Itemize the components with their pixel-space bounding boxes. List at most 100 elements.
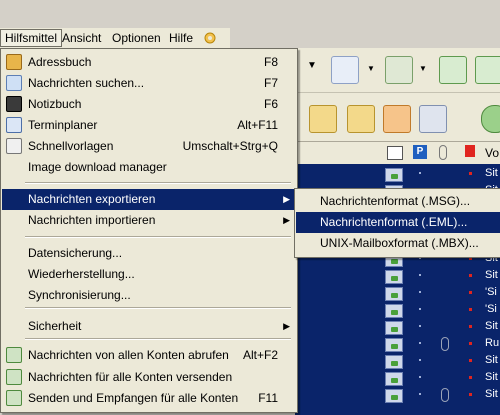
submenu-item-mbx[interactable]: UNIX-Mailboxformat (.MBX)... <box>296 233 500 254</box>
new-folder-icon[interactable] <box>309 105 337 133</box>
flag-dot <box>469 172 472 175</box>
submenu-arrow-icon: ▶ <box>283 215 290 225</box>
menu-ansicht[interactable]: Ansicht <box>58 30 105 46</box>
compose-icon[interactable] <box>331 56 359 84</box>
menu-item-shortcut: Alt+F11 <box>237 118 278 132</box>
attachment-icon <box>441 337 449 351</box>
receive-dropdown-icon[interactable]: ▼ <box>419 64 427 73</box>
menu-item-synchronisierung[interactable]: Synchronisierung... <box>2 285 296 306</box>
filter-settings-icon[interactable] <box>419 105 447 133</box>
export-submenu: Nachrichtenformat (.MSG)... Nachrichtenfo… <box>294 188 500 258</box>
sender-cell: Ru <box>485 337 500 349</box>
menu-item-label: Notizbuch <box>28 97 82 111</box>
table-row[interactable]: 'Si <box>295 285 500 302</box>
from-column-header[interactable]: Vo <box>485 146 499 160</box>
menu-item-label: Nachrichten exportieren <box>28 192 156 206</box>
envelope-column-icon[interactable] <box>387 146 403 160</box>
receive-icon[interactable] <box>385 56 413 84</box>
table-row[interactable]: Sit <box>295 353 500 370</box>
priority-column-icon[interactable]: P <box>413 145 427 159</box>
table-row[interactable]: 'Si <box>295 302 500 319</box>
status-icon[interactable] <box>481 105 500 133</box>
menu-item-nachrichten-von-allen-konten-abrufen[interactable]: Nachrichten von allen Konten abrufen Alt+… <box>2 345 296 366</box>
sender-cell: Sit <box>485 371 498 383</box>
menu-hilfe[interactable]: Hilfe <box>165 30 197 46</box>
message-list-header: P Vo <box>295 142 500 165</box>
menu-item-terminplaner[interactable]: Terminplaner Alt+F11 <box>2 115 296 136</box>
quick-templates-icon <box>6 138 22 154</box>
menu-item-shortcut: Umschalt+Strg+Q <box>182 139 278 153</box>
priority-dot <box>419 393 421 395</box>
menu-item-label: Image download manager <box>28 160 167 174</box>
menu-item-notizbuch[interactable]: Notizbuch F6 <box>2 94 296 115</box>
menu-item-label: Nachrichten suchen... <box>28 76 145 90</box>
gear-icon[interactable] <box>203 31 217 45</box>
table-row[interactable]: Sit <box>295 268 500 285</box>
envelope-icon <box>385 304 403 318</box>
priority-dot <box>419 291 421 293</box>
attachment-column-icon[interactable] <box>439 145 447 160</box>
attachment-icon <box>441 388 449 402</box>
menu-item-nachrichten-importieren[interactable]: Nachrichten importieren ▶ <box>2 210 296 231</box>
menu-hilfsmittel[interactable]: Hilfsmittel <box>0 29 63 47</box>
sender-cell: Sit <box>485 269 498 281</box>
table-row[interactable]: Sit <box>295 387 500 404</box>
menu-item-label: Nachrichten von allen Konten abrufen <box>28 348 229 362</box>
envelope-icon <box>385 389 403 403</box>
table-row[interactable]: Sit <box>295 319 500 336</box>
sender-cell: 'Si <box>485 286 497 298</box>
flag-column-icon[interactable] <box>465 145 475 157</box>
submenu-item-eml[interactable]: Nachrichtenformat (.EML)... <box>296 212 500 233</box>
submenu-arrow-icon: ▶ <box>283 321 290 331</box>
table-row[interactable]: Sit <box>295 166 500 183</box>
flag-dot <box>469 376 472 379</box>
priority-dot <box>419 342 421 344</box>
flag-dot <box>469 342 472 345</box>
submenu-item-label: Nachrichtenformat (.MSG)... <box>320 194 471 208</box>
receive-all-icon <box>6 347 22 363</box>
menu-item-senden-und-empfangen-für-alle-konten[interactable]: Senden und Empfangen für alle Konten F11 <box>2 388 296 409</box>
envelope-icon <box>385 372 403 386</box>
menu-item-shortcut: F8 <box>263 55 278 69</box>
priority-dot <box>419 274 421 276</box>
envelope-icon <box>385 270 403 284</box>
menu-item-nachrichten-für-alle-konten-versenden[interactable]: Nachrichten für alle Konten versenden <box>2 367 296 388</box>
folder-toolbar <box>295 93 500 142</box>
menu-item-sicherheit[interactable]: Sicherheit ▶ <box>2 316 296 337</box>
envelope-icon <box>385 355 403 369</box>
flag-dot <box>469 325 472 328</box>
submenu-item-msg[interactable]: Nachrichtenformat (.MSG)... <box>296 191 500 212</box>
menu-item-label: Nachrichten für alle Konten versenden <box>28 370 233 384</box>
reply-all-icon[interactable] <box>439 56 467 84</box>
menu-item-datensicherung[interactable]: Datensicherung... <box>2 243 296 264</box>
menu-item-schnellvorlagen[interactable]: Schnellvorlagen Umschalt+Strg+Q <box>2 136 296 157</box>
main-toolbar: ▼ ▼ ▼ <box>295 48 500 93</box>
folder-tree-icon[interactable] <box>383 105 411 133</box>
submenu-arrow-icon: ▶ <box>283 194 290 204</box>
table-row[interactable]: Ru <box>295 336 500 353</box>
dropdown-arrow-icon[interactable]: ▼ <box>307 60 317 71</box>
forward-icon[interactable] <box>475 56 500 84</box>
table-row[interactable]: Sit <box>295 370 500 387</box>
sender-cell: Sit <box>485 388 498 400</box>
menu-item-shortcut: Alt+F2 <box>242 348 278 362</box>
folder-properties-icon[interactable] <box>347 105 375 133</box>
menu-item-label: Schnellvorlagen <box>28 139 114 153</box>
envelope-icon <box>385 168 403 182</box>
menu-optionen[interactable]: Optionen <box>108 30 165 46</box>
menu-item-wiederherstellung[interactable]: Wiederherstellung... <box>2 264 296 285</box>
scheduler-icon <box>6 117 22 133</box>
menu-item-adressbuch[interactable]: Adressbuch F8 <box>2 52 296 73</box>
menu-item-nachrichten-suchen[interactable]: Nachrichten suchen... F7 <box>2 73 296 94</box>
flag-dot <box>469 308 472 311</box>
menu-item-nachrichten-exportieren[interactable]: Nachrichten exportieren ▶ <box>2 189 296 210</box>
menu-item-image-download-manager[interactable]: Image download manager <box>2 157 296 178</box>
sender-cell: Sit <box>485 354 498 366</box>
menu-item-label: Synchronisierung... <box>28 288 131 302</box>
menu-item-label: Adressbuch <box>28 55 92 69</box>
compose-dropdown-icon[interactable]: ▼ <box>367 64 375 73</box>
flag-dot <box>469 393 472 396</box>
menu-item-label: Nachrichten importieren <box>28 213 156 227</box>
flag-dot <box>469 291 472 294</box>
submenu-item-label: Nachrichtenformat (.EML)... <box>320 215 468 229</box>
